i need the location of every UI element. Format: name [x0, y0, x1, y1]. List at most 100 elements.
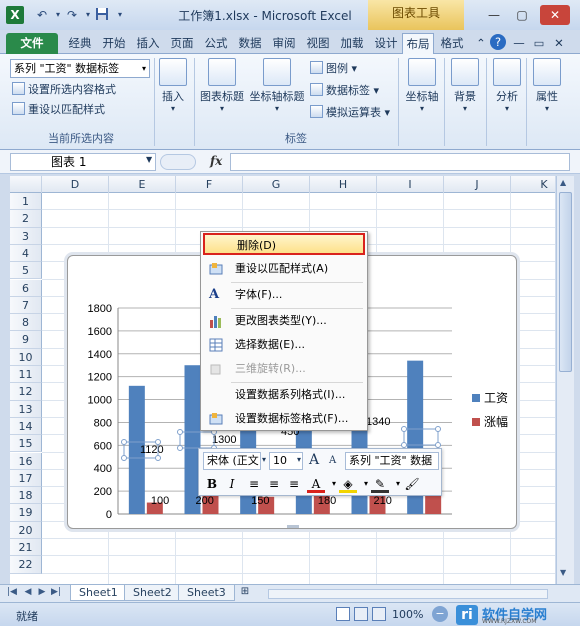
- zoom-level[interactable]: 100%: [392, 608, 423, 621]
- shrink-font-button[interactable]: A: [329, 455, 336, 466]
- column-header-f[interactable]: F: [176, 176, 243, 193]
- format-painter-icon[interactable]: 🖌: [403, 475, 421, 493]
- row-header-19[interactable]: 19: [10, 504, 42, 522]
- analysis-button[interactable]: 分析 ▾: [490, 58, 524, 113]
- row-header-16[interactable]: 16: [10, 452, 42, 470]
- font-color-button[interactable]: A: [307, 475, 325, 493]
- menu-item-delete[interactable]: 删除(D): [203, 233, 365, 255]
- tab-page[interactable]: 页面: [166, 33, 198, 54]
- prev-sheet-icon[interactable]: ◀: [22, 587, 34, 597]
- align-center-icon[interactable]: ≡: [265, 475, 283, 493]
- sheet-tab-3[interactable]: Sheet3: [178, 585, 235, 601]
- axes-button[interactable]: 坐标轴 ▾: [402, 58, 442, 113]
- insert-function-icon[interactable]: fx: [210, 154, 222, 168]
- column-header-d[interactable]: D: [42, 176, 109, 193]
- tab-classic[interactable]: 经典: [64, 33, 96, 54]
- align-left-icon[interactable]: ≡: [245, 475, 263, 493]
- font-name-select[interactable]: 宋体 (正文: [203, 452, 261, 470]
- row-header-11[interactable]: 11: [10, 366, 42, 384]
- row-header-14[interactable]: 14: [10, 417, 42, 436]
- menu-item-font[interactable]: A 字体(F)...: [203, 284, 365, 306]
- collapse-ribbon-icon[interactable]: ⌃: [474, 33, 488, 54]
- grow-font-button[interactable]: A: [309, 452, 319, 468]
- tab-review[interactable]: 审阅: [268, 33, 300, 54]
- axis-titles-button[interactable]: 坐标轴标题 ▾: [248, 58, 306, 113]
- tab-layout[interactable]: 布局: [402, 33, 434, 54]
- tab-format[interactable]: 格式: [436, 33, 468, 54]
- column-header-j[interactable]: J: [444, 176, 511, 193]
- chevron-down-icon[interactable]: ▾: [262, 455, 266, 464]
- row-header-9[interactable]: 9: [10, 331, 42, 349]
- doc-minimize-icon[interactable]: —: [512, 33, 526, 54]
- tab-addins[interactable]: 加载: [336, 33, 368, 54]
- properties-button[interactable]: 属性 ▾: [530, 58, 564, 113]
- scroll-down-icon[interactable]: ▼: [560, 568, 566, 577]
- menu-item-format-labels[interactable]: 设置数据标签格式(F)...: [203, 408, 365, 430]
- row-header-15[interactable]: 15: [10, 435, 42, 453]
- data-table-button[interactable]: 模拟运算表 ▾: [310, 104, 390, 122]
- customize-quick-access-icon[interactable]: ▾: [112, 7, 128, 23]
- row-header-4[interactable]: 4: [10, 244, 42, 263]
- outline-color-icon[interactable]: ✎: [371, 475, 389, 493]
- undo-icon[interactable]: ↶: [34, 7, 50, 23]
- row-header-13[interactable]: 13: [10, 400, 42, 418]
- row-header-12[interactable]: 12: [10, 383, 42, 401]
- tab-view[interactable]: 视图: [302, 33, 334, 54]
- scrollbar-thumb[interactable]: [559, 192, 572, 372]
- insert-sheet-icon[interactable]: ⊞: [236, 586, 254, 600]
- align-right-icon[interactable]: ≡: [285, 475, 303, 493]
- name-box[interactable]: 图表 1: [10, 153, 156, 171]
- column-header-e[interactable]: E: [109, 176, 176, 193]
- chart-element-select[interactable]: 系列 "工资" 数据标签 ▾: [10, 59, 150, 78]
- page-layout-view-icon[interactable]: [354, 607, 368, 621]
- sheet-tab-1[interactable]: Sheet1: [70, 585, 127, 601]
- row-header-3[interactable]: 3: [10, 227, 42, 245]
- column-header-h[interactable]: H: [310, 176, 377, 193]
- format-selection-button[interactable]: 设置所选内容格式: [12, 81, 116, 99]
- vertical-scrollbar[interactable]: ▲ ▼: [556, 176, 574, 584]
- background-button[interactable]: 背景 ▾: [448, 58, 482, 113]
- menu-item-change-chart-type[interactable]: 更改图表类型(Y)...: [203, 310, 365, 332]
- doc-close-icon[interactable]: ✕: [552, 33, 566, 54]
- row-header-5[interactable]: 5: [10, 262, 42, 280]
- help-icon[interactable]: ?: [490, 34, 506, 50]
- tab-data[interactable]: 数据: [234, 33, 266, 54]
- save-icon[interactable]: [94, 7, 110, 23]
- chart-title-button[interactable]: 图表标题 ▾: [198, 58, 246, 113]
- insert-button[interactable]: 插入 ▾: [158, 58, 188, 113]
- reset-style-button[interactable]: 重设以匹配样式: [12, 101, 105, 119]
- row-header-7[interactable]: 7: [10, 296, 42, 315]
- formula-input[interactable]: [230, 153, 570, 171]
- menu-item-format-series[interactable]: 设置数据系列格式(I)...: [203, 384, 365, 406]
- row-header-17[interactable]: 17: [10, 469, 42, 488]
- normal-view-icon[interactable]: [336, 607, 350, 621]
- name-box-dropdown-icon[interactable]: ▼: [146, 155, 152, 164]
- redo-icon[interactable]: ↷: [64, 7, 80, 23]
- row-header-2[interactable]: 2: [10, 210, 42, 228]
- row-header-18[interactable]: 18: [10, 487, 42, 505]
- tab-design[interactable]: 设计: [370, 33, 402, 54]
- excel-app-icon[interactable]: X: [6, 6, 24, 24]
- select-all-corner[interactable]: [10, 176, 42, 193]
- legend-button[interactable]: 图例 ▾: [310, 60, 357, 78]
- minimize-icon[interactable]: —: [482, 5, 506, 25]
- fill-color-icon[interactable]: ◈: [339, 475, 357, 493]
- row-header-21[interactable]: 21: [10, 539, 42, 557]
- row-header-6[interactable]: 6: [10, 279, 42, 297]
- sheet-tab-2[interactable]: Sheet2: [124, 585, 181, 601]
- row-header-20[interactable]: 20: [10, 521, 42, 539]
- column-header-i[interactable]: I: [377, 176, 444, 193]
- bold-button[interactable]: B: [203, 475, 221, 493]
- next-sheet-icon[interactable]: ▶: [36, 587, 48, 597]
- zoom-out-icon[interactable]: −: [432, 606, 448, 622]
- chevron-down-icon[interactable]: ▾: [297, 455, 301, 464]
- menu-item-select-data[interactable]: 选择数据(E)...: [203, 334, 365, 356]
- tab-insert[interactable]: 插入: [132, 33, 164, 54]
- horizontal-scrollbar[interactable]: [268, 589, 548, 599]
- row-header-22[interactable]: 22: [10, 556, 42, 574]
- row-header-8[interactable]: 8: [10, 314, 42, 332]
- tab-formulas[interactable]: 公式: [200, 33, 232, 54]
- row-header-10[interactable]: 10: [10, 348, 42, 366]
- page-break-view-icon[interactable]: [372, 607, 386, 621]
- column-header-g[interactable]: G: [243, 176, 310, 193]
